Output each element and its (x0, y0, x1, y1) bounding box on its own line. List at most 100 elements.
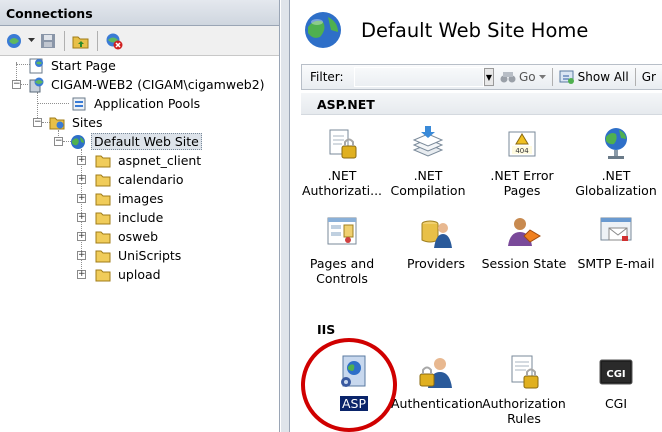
connections-title: Connections (0, 0, 279, 26)
cgi-icon: CGI (599, 359, 633, 385)
collapse-default-site-toggle[interactable]: − (54, 137, 63, 146)
filter-dropdown-icon[interactable]: ▼ (484, 68, 494, 86)
feature-label: .NET Error Pages (490, 168, 554, 198)
show-all-icon (559, 70, 574, 84)
tree-item-label: CIGAM-WEB2 (CIGAM\cigamweb2) (51, 77, 265, 92)
feature-cgi[interactable]: CGI CGI (571, 346, 661, 428)
website-globe-icon (71, 134, 85, 149)
tree-item-folder[interactable]: upload (95, 265, 163, 284)
folder-icon (95, 193, 111, 205)
tree-item-folder[interactable]: aspnet_client (95, 151, 203, 170)
feature-pages-and-controls[interactable]: Pages and Controls (297, 206, 387, 288)
application-pools-icon (72, 97, 86, 110)
tree-item-label: include (118, 210, 164, 225)
feature-label: SMTP E-mail (577, 256, 655, 271)
connect-dropdown-icon[interactable] (27, 30, 35, 52)
expand-folder-toggle[interactable]: + (77, 251, 86, 260)
providers-icon (421, 220, 452, 248)
feature-session-state[interactable]: Session State (479, 206, 569, 288)
save-icon[interactable] (37, 30, 59, 52)
feature-label: Pages and Controls (309, 256, 375, 286)
tree-item-label: Sites (72, 115, 103, 130)
tree-item-folder[interactable]: osweb (95, 227, 160, 246)
net-authorization-icon (329, 129, 357, 159)
connections-pane: Connections Start Page − CIGAM-WEB2 (CIG… (0, 0, 280, 432)
filter-bar: Filter: ▼ Go Show All Gr (301, 64, 662, 90)
feature-label: CGI (604, 396, 628, 411)
feature-label: .NET Compilation (390, 168, 466, 198)
svg-text:404: 404 (515, 147, 529, 155)
feature-net-compilation[interactable]: .NET Compilation (383, 118, 473, 200)
feature-label: Session State (481, 256, 567, 271)
website-globe-icon (305, 12, 341, 48)
feature-net-globalization[interactable]: .NET Globalization (571, 118, 661, 200)
up-folder-icon[interactable] (70, 30, 92, 52)
feature-label: .NET Authorizati... (301, 168, 383, 198)
expand-folder-toggle[interactable]: + (77, 175, 86, 184)
smtp-email-icon (600, 217, 632, 241)
tree-item-label: images (118, 191, 164, 206)
feature-providers[interactable]: Providers (391, 206, 481, 288)
tree-item-start-page[interactable]: Start Page (28, 56, 118, 75)
tree-item-label: Start Page (51, 58, 116, 73)
net-globalization-icon (605, 128, 627, 159)
folder-icon (95, 269, 111, 281)
toolbar-separator (64, 30, 65, 51)
go-dropdown-icon (538, 74, 546, 79)
connect-icon[interactable] (3, 30, 25, 52)
pages-controls-icon (327, 217, 357, 245)
toolbar-separator (97, 30, 98, 51)
tree-item-label: Application Pools (94, 96, 201, 111)
tree-item-folder[interactable]: include (95, 208, 165, 227)
connections-toolbar (0, 26, 279, 56)
group-by-label: Gr (641, 70, 656, 84)
expand-folder-toggle[interactable]: + (77, 270, 86, 279)
feature-net-authorization[interactable]: .NET Authorizati... (297, 118, 387, 200)
feature-label: Authentication (391, 396, 483, 411)
tree-item-server[interactable]: CIGAM-WEB2 (CIGAM\cigamweb2) (28, 75, 267, 94)
filter-input[interactable] (354, 67, 484, 87)
tree-item-label: calendario (118, 172, 184, 187)
connections-tree: Start Page − CIGAM-WEB2 (CIGAM\cigamweb2… (0, 56, 279, 430)
pane-splitter[interactable] (281, 0, 290, 432)
group-header-aspnet: ASP.NET (301, 93, 662, 115)
tree-item-label: UniScripts (118, 248, 182, 263)
collapse-sites-toggle[interactable]: − (33, 118, 42, 127)
tree-item-sites[interactable]: Sites (49, 113, 105, 132)
tree-item-folder[interactable]: calendario (95, 170, 185, 189)
tree-item-default-web-site[interactable]: Default Web Site (70, 132, 202, 151)
tree-item-label: Default Web Site (91, 133, 202, 150)
feature-label: Providers (407, 256, 465, 271)
expand-folder-toggle[interactable]: + (77, 156, 86, 165)
collapse-server-toggle[interactable]: − (12, 80, 21, 89)
feature-authentication[interactable]: Authentication (391, 346, 483, 428)
group-header-iis: IIS (301, 318, 662, 340)
tree-item-folder[interactable]: images (95, 189, 165, 208)
highlight-circle (301, 338, 397, 432)
filter-separator (551, 68, 553, 86)
svg-text:CGI: CGI (606, 369, 625, 380)
feature-authorization-rules[interactable]: Authorization Rules (479, 346, 569, 428)
page-header: Default Web Site Home (291, 0, 662, 60)
tree-item-folder[interactable]: UniScripts (95, 246, 183, 265)
show-all-button[interactable]: Show All (559, 70, 629, 84)
feature-net-error-pages[interactable]: 404 .NET Error Pages (477, 118, 567, 200)
filter-label: Filter: (310, 70, 344, 84)
expand-folder-toggle[interactable]: + (77, 194, 86, 203)
go-label: Go (519, 70, 536, 84)
folder-icon (95, 212, 111, 224)
group-by-button[interactable]: Gr (642, 70, 656, 84)
delete-connection-icon[interactable] (103, 30, 125, 52)
binoculars-icon (500, 72, 516, 83)
show-all-label: Show All (577, 70, 629, 84)
feature-smtp-email[interactable]: SMTP E-mail (571, 206, 661, 288)
tree-item-label: osweb (118, 229, 159, 244)
expand-folder-toggle[interactable]: + (77, 213, 86, 222)
tree-line (37, 103, 69, 104)
net-error-pages-icon: 404 (508, 131, 536, 157)
sites-folder-icon (49, 117, 65, 129)
folder-icon (95, 231, 111, 243)
tree-item-application-pools[interactable]: Application Pools (71, 94, 202, 113)
expand-folder-toggle[interactable]: + (77, 232, 86, 241)
go-button[interactable]: Go (500, 70, 546, 84)
